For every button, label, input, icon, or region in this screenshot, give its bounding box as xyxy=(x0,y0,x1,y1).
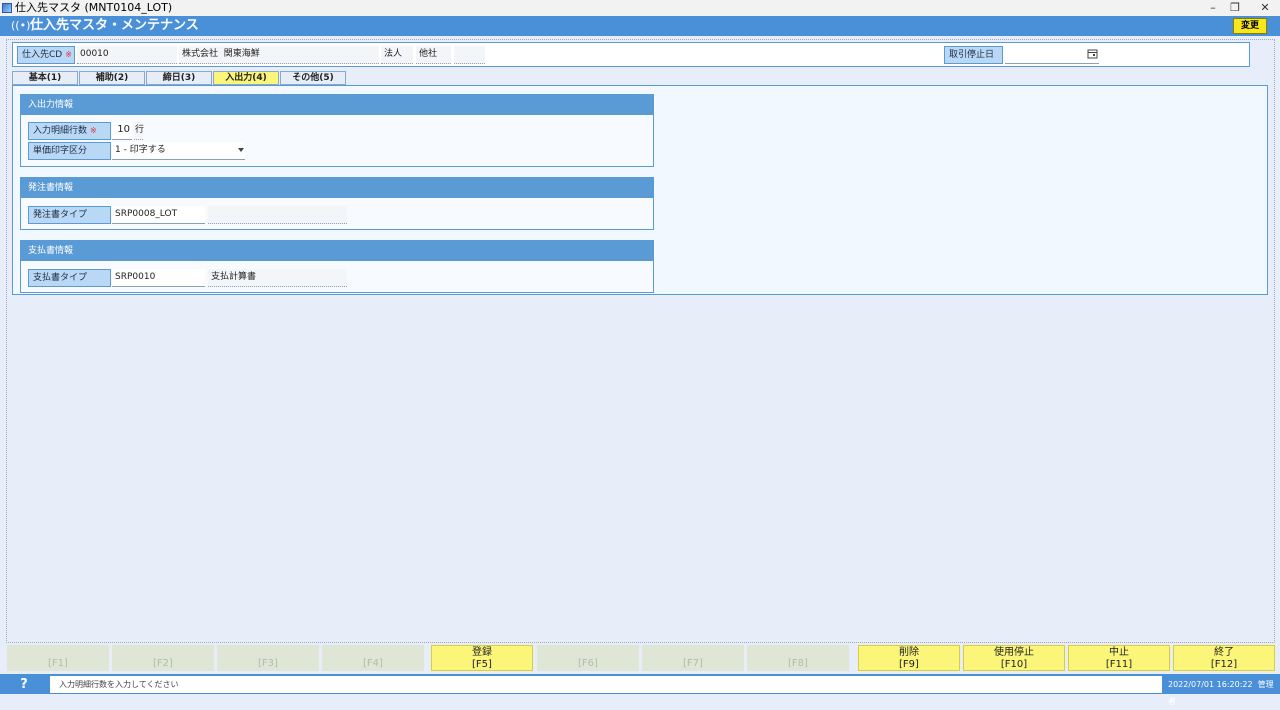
f3-key: [F3] xyxy=(258,658,278,669)
rows-label-text: 入力明細行数 xyxy=(33,126,88,136)
f9-label: 削除 xyxy=(899,647,919,658)
f7-button[interactable]: [F7] xyxy=(642,645,744,671)
f1-label xyxy=(7,646,109,658)
suspend-use-button[interactable]: 使用停止 [F10] xyxy=(963,645,1065,671)
corp-label: 法人 xyxy=(381,46,413,64)
f8-button[interactable]: [F8] xyxy=(747,645,849,671)
f12-key: [F12] xyxy=(1210,659,1238,670)
payment-section-title: 支払書情報 xyxy=(21,241,653,261)
payment-type-label: 支払書タイプ xyxy=(28,269,111,287)
register-button[interactable]: 登録 [F5] xyxy=(431,645,533,671)
f6-key: [F6] xyxy=(578,658,598,669)
payment-type-name: 支払計算書 xyxy=(208,269,347,287)
tab-input-output[interactable]: 入出力(4) xyxy=(213,71,279,85)
supplier-cd-label: 仕入先CD ※ xyxy=(17,46,75,64)
rows-unit: 行 xyxy=(134,122,144,140)
company-name-field: 株式会社 関東海鮮 xyxy=(179,46,379,64)
f5-key: [F5] xyxy=(472,659,492,670)
f5-label: 登録 xyxy=(472,647,492,658)
other-value xyxy=(454,46,485,64)
page-title: 仕入先マスタ・メンテナンス xyxy=(30,18,199,33)
stop-date-label: 取引停止日 xyxy=(944,46,1003,64)
window-title: 仕入先マスタ (MNT0104_LOT) xyxy=(15,1,173,14)
f6-button[interactable]: [F6] xyxy=(537,645,639,671)
f3-button[interactable]: [F3] xyxy=(217,645,319,671)
f11-key: [F11] xyxy=(1105,659,1133,670)
supplier-cd-label-text: 仕入先CD xyxy=(22,50,63,60)
change-button[interactable]: 変更 xyxy=(1233,18,1267,34)
rows-input[interactable]: 10 xyxy=(112,122,132,140)
payment-type-input[interactable]: SRP0010 xyxy=(112,269,205,287)
unit-price-value: 1 - 印字する xyxy=(115,145,166,155)
f7-label xyxy=(642,646,744,658)
window-titlebar: 仕入先マスタ (MNT0104_LOT) – ❐ ✕ xyxy=(0,0,1280,16)
order-section-title: 発注書情報 xyxy=(21,178,653,198)
other-label: 他社 xyxy=(416,46,451,64)
chevron-down-icon[interactable] xyxy=(238,148,244,152)
tab-other[interactable]: その他(5) xyxy=(280,71,346,85)
f10-label: 使用停止 xyxy=(994,647,1034,658)
io-section-title: 入出力情報 xyxy=(21,95,653,115)
f2-key: [F2] xyxy=(153,658,173,669)
rows-label: 入力明細行数 ※ xyxy=(28,122,111,140)
required-mark: ※ xyxy=(90,126,97,135)
status-datetime-user: 2022/07/01 16:20:22 管理者 xyxy=(1168,676,1278,706)
f12-label: 終了 xyxy=(1214,647,1234,658)
tab-auxiliary[interactable]: 補助(2) xyxy=(79,71,145,85)
stop-date-input[interactable] xyxy=(1005,46,1099,64)
exit-button[interactable]: 終了 [F12] xyxy=(1173,645,1275,671)
order-type-input[interactable]: SRP0008_LOT xyxy=(112,206,205,224)
f4-label xyxy=(322,646,424,658)
f1-button[interactable]: [F1] xyxy=(7,645,109,671)
status-message: 入力明細行数を入力してください xyxy=(50,676,1162,693)
company-name: 関東海鮮 xyxy=(223,49,260,59)
order-type-label: 発注書タイプ xyxy=(28,206,111,224)
order-type-name xyxy=(208,206,347,224)
f11-label: 中止 xyxy=(1109,647,1129,658)
f8-key: [F8] xyxy=(788,658,808,669)
calendar-icon[interactable] xyxy=(1087,48,1098,59)
required-mark: ※ xyxy=(65,50,72,59)
unit-price-select[interactable]: 1 - 印字する xyxy=(112,142,245,160)
f3-label xyxy=(217,646,319,658)
delete-button[interactable]: 削除 [F9] xyxy=(858,645,960,671)
f6-label xyxy=(537,646,639,658)
f2-label xyxy=(112,646,214,658)
tab-closing-date[interactable]: 締日(3) xyxy=(146,71,212,85)
unit-price-label: 単価印字区分 xyxy=(28,142,111,160)
help-icon[interactable]: ? xyxy=(6,676,42,693)
app-header: ((•)) 仕入先マスタ・メンテナンス xyxy=(0,16,1280,36)
f8-label xyxy=(747,646,849,658)
f1-key: [F1] xyxy=(48,658,68,669)
supplier-cd-value: 00010 xyxy=(77,46,177,64)
close-icon[interactable]: ✕ xyxy=(1252,0,1278,16)
f10-key: [F10] xyxy=(1000,659,1028,670)
company-type: 株式会社 xyxy=(182,49,219,59)
f4-key: [F4] xyxy=(363,658,383,669)
f4-button[interactable]: [F4] xyxy=(322,645,424,671)
status-datetime: 2022/07/01 16:20:22 xyxy=(1168,680,1253,689)
f2-button[interactable]: [F2] xyxy=(112,645,214,671)
tab-basic[interactable]: 基本(1) xyxy=(12,71,78,85)
cancel-button[interactable]: 中止 [F11] xyxy=(1068,645,1170,671)
f7-key: [F7] xyxy=(683,658,703,669)
restore-icon[interactable]: ❐ xyxy=(1222,0,1248,16)
f9-key: [F9] xyxy=(899,659,919,670)
app-icon xyxy=(2,3,12,13)
